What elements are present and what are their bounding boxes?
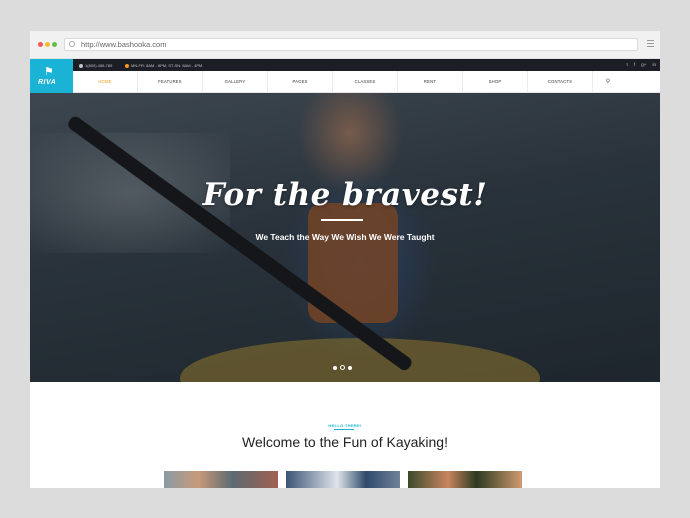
gallery-thumbnail[interactable] <box>286 471 400 488</box>
address-bar[interactable]: http://www.bashooka.com <box>64 38 638 51</box>
opening-hours: MN-FR: 8AM - 8PM; ST-SN: 8AM - 4PM <box>131 63 203 68</box>
main-nav: HOME FEATURES GALLERY PAGES CLASSES RENT… <box>73 70 660 93</box>
browser-toolbar: http://www.bashooka.com <box>30 31 660 59</box>
address-bar-url: http://www.bashooka.com <box>81 40 167 49</box>
phone-info: 1(800) 456-789 <box>79 63 112 68</box>
hero-subtitle: We Teach the Way We Wish We Were Taught <box>255 232 435 242</box>
hero-slider: For the bravest! We Teach the Way We Wis… <box>30 93 660 382</box>
search-icon[interactable]: ⚲ <box>593 78 623 85</box>
slider-dot-active[interactable] <box>340 365 345 370</box>
nav-item-classes[interactable]: CLASSES <box>333 70 398 93</box>
nav-item-features[interactable]: FEATURES <box>138 70 203 93</box>
logo-text: RIVA <box>38 79 57 86</box>
kayaker-logo-icon: ⚑ <box>44 66 54 78</box>
slider-pagination <box>333 357 355 375</box>
site-header: ⚑ RIVA 1(800) 456-789 MN-FR: 8AM - 8PM; … <box>30 59 660 93</box>
nav-item-pages[interactable]: PAGES <box>268 70 333 93</box>
browser-menu-icon[interactable] <box>647 40 654 49</box>
minimize-window-button[interactable] <box>45 42 50 47</box>
google-plus-icon[interactable]: g+ <box>641 62 646 67</box>
intro-divider <box>334 429 354 430</box>
search-icon <box>69 41 75 47</box>
intro-title: Welcome to the Fun of Kayaking! <box>242 434 448 450</box>
phone-number: 1(800) 456-789 <box>85 63 113 68</box>
maximize-window-button[interactable] <box>52 42 57 47</box>
clock-icon <box>125 63 129 68</box>
nav-item-shop[interactable]: SHOP <box>463 70 528 93</box>
gallery-thumbnail[interactable] <box>164 471 278 488</box>
hero-title: For the bravest! <box>202 177 488 213</box>
intro-kicker: HELLO THERE! <box>328 423 362 428</box>
facebook-icon[interactable]: f <box>634 62 635 67</box>
nav-item-home[interactable]: HOME <box>73 70 138 93</box>
slider-dot[interactable] <box>348 366 352 370</box>
nav-item-gallery[interactable]: GALLERY <box>203 70 268 93</box>
phone-icon <box>79 63 83 68</box>
social-links: t f g+ in <box>621 62 656 67</box>
site-logo[interactable]: ⚑ RIVA <box>30 59 73 93</box>
hero-divider <box>321 219 363 221</box>
twitter-icon[interactable]: t <box>626 62 627 67</box>
nav-item-rent[interactable]: RENT <box>398 70 463 93</box>
close-window-button[interactable] <box>38 42 43 47</box>
nav-item-contacts[interactable]: CONTACTS <box>528 70 593 93</box>
gallery-thumbnail[interactable] <box>408 471 522 488</box>
browser-window: http://www.bashooka.com ⚑ RIVA 1(800) 45… <box>30 31 660 488</box>
hours-info: MN-FR: 8AM - 8PM; ST-SN: 8AM - 4PM <box>125 63 202 68</box>
slider-dot[interactable] <box>333 366 337 370</box>
top-info-bar: 1(800) 456-789 MN-FR: 8AM - 8PM; ST-SN: … <box>73 59 660 71</box>
linkedin-icon[interactable]: in <box>652 62 656 67</box>
